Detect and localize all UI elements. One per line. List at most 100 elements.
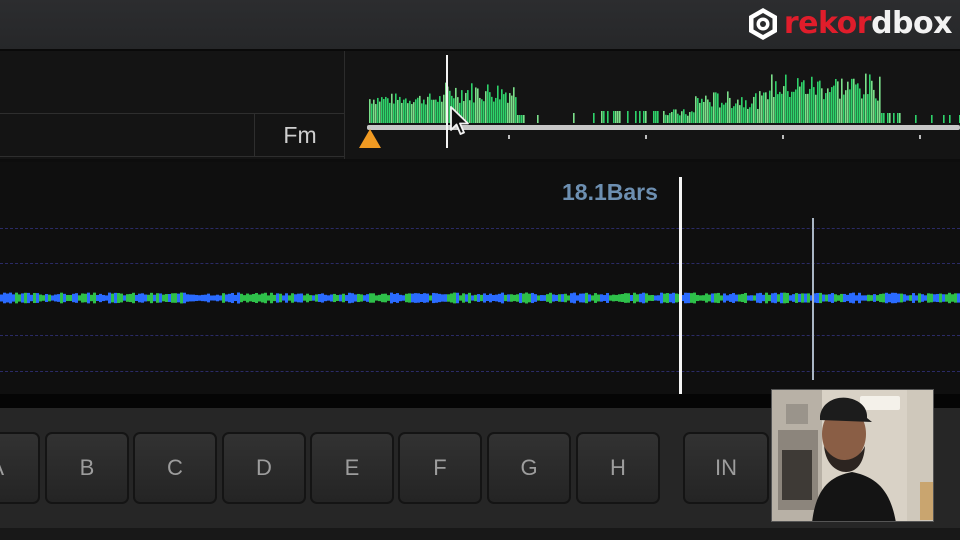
hot-cue-b-button[interactable]: B [45,432,129,504]
waveform-sample [549,292,552,304]
waveform-sample [135,295,138,301]
overview-wave-bar [825,93,827,123]
memory-cue-triangle-icon[interactable] [359,129,381,148]
overview-wave-bar [375,104,377,123]
overview-playhead[interactable] [446,55,448,148]
waveform-sample [246,293,249,303]
hot-cue-h-button[interactable]: H [576,432,660,504]
waveform-sample [780,292,783,304]
waveform-sample [621,293,624,303]
overview-wave-bar [495,97,497,123]
overview-wave-bar [635,111,637,123]
hot-cue-c-button[interactable]: C [133,432,217,504]
waveform-sample [837,295,840,301]
waveform-sample [843,293,846,303]
waveform-sample [915,295,918,301]
waveform-sample [273,294,276,302]
waveform-sample [951,294,954,302]
overview-wave-bar [795,89,797,123]
overview-wave-bar [849,89,851,123]
waveform-sample [384,293,387,303]
waveform-sample [168,294,171,302]
waveform-sample [546,294,549,302]
waveform-sample [864,295,867,301]
hot-cue-d-button[interactable]: D [222,432,306,504]
overview-wave-bar [815,94,817,123]
overview-wave-bar [487,84,489,123]
overview-wave-bar [601,111,603,123]
beat-grid-line [0,335,960,336]
waveform-sample [567,295,570,301]
waveform-sample [513,294,516,302]
overview-wave-bar [643,111,645,123]
overview-wave-bar [489,92,491,123]
waveform-sample [645,293,648,303]
waveform-sample [129,293,132,303]
waveform-sample [51,295,54,301]
overview-waveform[interactable] [345,51,960,159]
waveform-sample [198,295,201,301]
hot-cue-a-button[interactable]: A [0,432,40,504]
waveform-sample [108,292,111,304]
waveform-sample [816,292,819,304]
hot-cue-g-button[interactable]: G [487,432,571,504]
track-title-field [0,51,344,114]
overview-wave-bar [883,113,885,123]
waveform-sample [429,295,432,301]
waveform-sample [24,292,27,304]
waveform-sample [84,293,87,303]
waveform-sample [126,294,129,302]
waveform-sample [111,293,114,303]
overview-wave-bar [387,98,389,123]
beat-marker [812,218,814,380]
waveform-sample [876,295,879,301]
hot-cue-e-button[interactable]: E [310,432,394,504]
waveform-sample [39,294,42,302]
overview-wave-bar [755,93,757,123]
waveform-sample [33,292,36,304]
waveform-sample [948,292,951,304]
waveform-sample [771,293,774,303]
overview-wave-bar [669,113,671,123]
overview-wave-bar [819,80,821,123]
waveform-sample [21,293,24,303]
waveform-sample [351,293,354,303]
rekordbox-logo: rekordbox [746,4,952,44]
waveform-sample [333,293,336,303]
waveform-sample [885,292,888,304]
waveform-sample [63,293,66,303]
waveform-sample [27,292,30,304]
loop-in-button[interactable]: IN [683,432,769,504]
waveform-sample [738,294,741,302]
waveform-sample [786,292,789,304]
waveform-sample [57,294,60,302]
waveform-sample [456,292,459,304]
waveform-sample [312,295,315,301]
waveform-sample [777,294,780,302]
waveform-sample [591,295,594,301]
waveform-sample [612,294,615,302]
waveform-sample [195,294,198,302]
hot-cue-f-button[interactable]: F [398,432,482,504]
overview-wave-bar [377,97,379,123]
overview-wave-bar [931,115,933,123]
zoomed-waveform[interactable]: 18.1Bars [0,162,960,395]
waveform-sample [354,294,357,302]
overview-wave-bar [785,74,787,123]
waveform-sample [489,293,492,303]
waveform-sample [768,294,771,302]
overview-wave-bar [681,111,683,123]
overview-wave-bar [853,78,855,123]
overview-wave-bar [715,92,717,123]
overview-wave-bar [409,100,411,123]
waveform-sample [330,294,333,302]
overview-wave-bar [789,96,791,123]
waveform-sample [48,294,51,302]
waveform-sample [600,294,603,302]
overview-wave-bar [693,112,695,123]
waveform-sample [114,292,117,304]
waveform-sample [327,295,330,301]
waveform-sample [471,295,474,301]
waveform-sample [552,294,555,302]
waveform-sample [729,294,732,302]
